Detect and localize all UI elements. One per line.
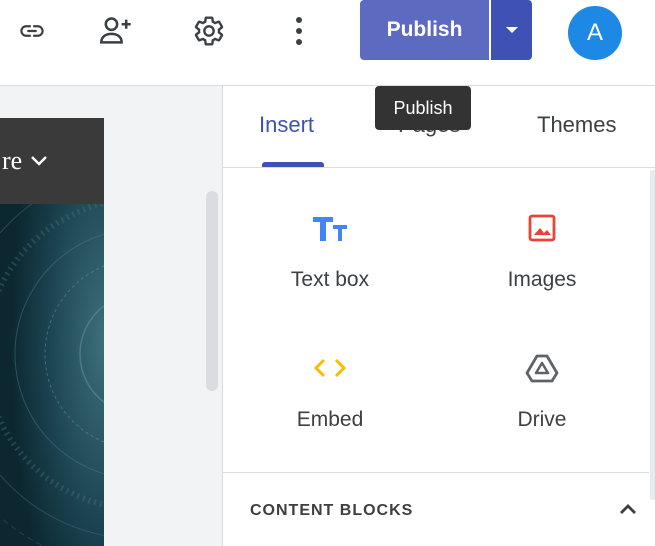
side-panel: Insert Pages Themes Text box Images Embe… (222, 86, 655, 546)
active-tab-indicator (262, 162, 324, 167)
chevron-down-icon (31, 156, 48, 166)
publish-tooltip: Publish (375, 86, 471, 130)
publish-button-group: Publish (360, 0, 532, 60)
section-divider (223, 472, 649, 473)
tab-insert[interactable]: Insert (259, 112, 314, 138)
insert-drive-label: Drive (517, 408, 567, 431)
insert-text-box-label: Text box (290, 268, 370, 291)
content-blocks-title: CONTENT BLOCKS (250, 502, 414, 519)
site-preview: re (0, 118, 104, 546)
link-icon[interactable] (14, 13, 50, 49)
text-box-icon (260, 208, 400, 248)
chevron-up-icon (620, 504, 636, 514)
tab-themes[interactable]: Themes (537, 112, 616, 138)
publish-options-button[interactable] (491, 0, 532, 60)
insert-embed-label: Embed (296, 408, 364, 431)
insert-drive[interactable]: Drive (472, 348, 612, 432)
site-nav-label: re (2, 146, 23, 175)
drive-icon (472, 348, 612, 388)
add-person-icon[interactable] (98, 13, 134, 49)
canvas-scrollbar[interactable] (206, 191, 218, 391)
insert-images-label: Images (507, 268, 577, 291)
insert-text-box[interactable]: Text box (260, 208, 400, 292)
panel-scrollbar[interactable] (650, 170, 655, 500)
image-icon (472, 208, 612, 248)
site-nav-bar[interactable]: re (0, 118, 104, 204)
collapse-section-button[interactable] (613, 494, 643, 524)
hero-image (0, 204, 104, 546)
top-toolbar: Publish A (0, 0, 655, 86)
embed-icon (260, 348, 400, 388)
publish-button[interactable]: Publish (360, 0, 489, 60)
more-vert-icon[interactable] (281, 13, 317, 49)
insert-images[interactable]: Images (472, 208, 612, 292)
insert-embed[interactable]: Embed (260, 348, 400, 432)
page-canvas: re (0, 86, 222, 546)
avatar[interactable]: A (568, 6, 622, 60)
publish-divider (489, 0, 491, 60)
caret-down-icon (505, 27, 518, 33)
gear-icon[interactable] (191, 13, 227, 49)
